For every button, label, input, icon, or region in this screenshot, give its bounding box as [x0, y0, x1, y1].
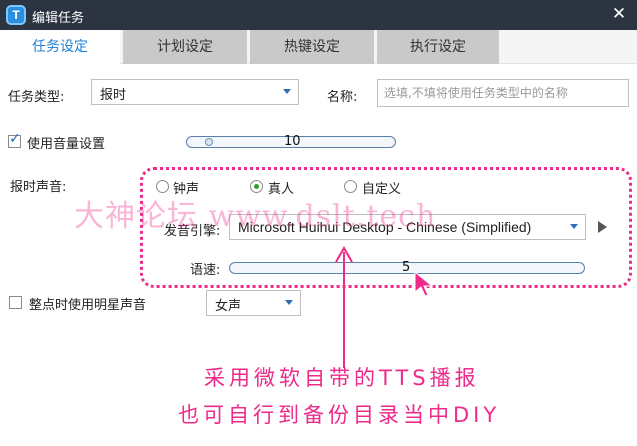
volume-slider[interactable]: 10: [186, 134, 396, 149]
star-voice-select[interactable]: 女声: [206, 290, 301, 316]
volume-value: 10: [284, 134, 301, 149]
star-voice-value: 女声: [215, 299, 242, 314]
annotation-line-2: 也可自行到备份目录当中DIY: [178, 403, 501, 427]
chevron-down-icon: [285, 300, 293, 305]
window-title: 编辑任务: [32, 11, 85, 26]
tab-task-settings[interactable]: 任务设定: [0, 30, 120, 64]
volume-checkbox[interactable]: [8, 131, 21, 148]
star-voice-label: 整点时使用明星声音: [29, 298, 147, 313]
name-label: 名称:: [327, 90, 358, 105]
title-bar: T 编辑任务 ✕: [0, 0, 637, 30]
tab-execution-settings[interactable]: 执行设定: [377, 30, 499, 64]
tab-bar: 任务设定 计划设定 热键设定 执行设定: [0, 30, 637, 64]
tab-schedule-settings[interactable]: 计划设定: [123, 30, 247, 64]
volume-slider-thumb[interactable]: [205, 138, 213, 146]
annotation-arrow-icon: [335, 245, 353, 368]
chevron-down-icon: [283, 89, 291, 94]
task-type-select[interactable]: 报时: [91, 79, 299, 105]
task-type-value: 报时: [100, 88, 127, 103]
star-voice-checkbox[interactable]: [9, 296, 22, 309]
close-icon[interactable]: ✕: [609, 3, 629, 25]
voice-label: 报时声音:: [10, 180, 67, 195]
watermark: 大神论坛 www.dslt.tech: [74, 199, 437, 234]
task-type-label: 任务类型:: [8, 90, 65, 105]
name-input[interactable]: [377, 79, 629, 107]
annotation-line-1: 采用微软自带的TTS播报: [204, 366, 480, 390]
mouse-cursor-icon: [414, 270, 434, 297]
volume-label: 使用音量设置: [27, 137, 106, 152]
app-logo-icon: T: [6, 5, 26, 25]
tab-hotkey-settings[interactable]: 热键设定: [250, 30, 374, 64]
